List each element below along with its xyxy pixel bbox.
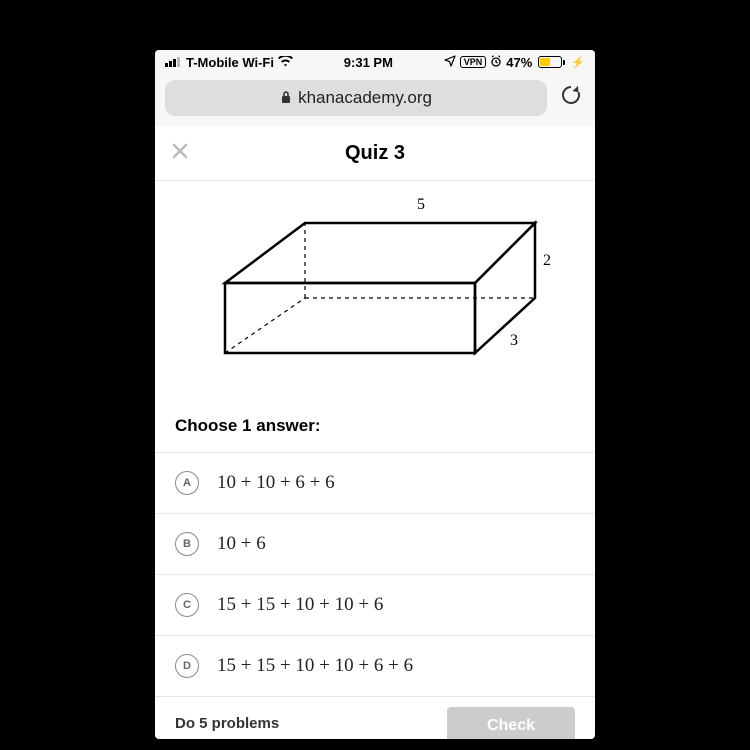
answer-option-d[interactable]: D 15 + 15 + 10 + 10 + 6 + 6 <box>155 636 595 697</box>
dim-depth: 3 <box>510 332 518 349</box>
status-right: VPN 47% ⚡ <box>444 55 585 70</box>
quiz-footer: Do 5 problems Check <box>155 697 595 739</box>
browser-toolbar: khanacademy.org <box>155 74 595 126</box>
charging-icon: ⚡ <box>571 56 585 69</box>
answer-option-c[interactable]: C 15 + 15 + 10 + 10 + 6 <box>155 575 595 636</box>
battery-pct: 47% <box>506 55 532 70</box>
answer-letter: D <box>175 654 199 678</box>
dim-width: 5 <box>417 196 425 213</box>
question-prompt: Choose 1 answer: <box>155 408 595 452</box>
quiz-title: Quiz 3 <box>155 142 595 165</box>
quiz-header: Quiz 3 <box>155 126 595 181</box>
url-text: khanacademy.org <box>298 88 432 108</box>
battery-icon <box>536 56 565 68</box>
prism-figure: 5 2 3 <box>155 181 595 408</box>
answer-letter: B <box>175 532 199 556</box>
carrier-label: T-Mobile Wi-Fi <box>186 55 274 70</box>
reload-button[interactable] <box>557 84 585 112</box>
problem-count: Do 5 problems <box>175 715 279 732</box>
status-time: 9:31 PM <box>344 55 393 70</box>
alarm-icon <box>490 55 502 70</box>
answer-letter: A <box>175 471 199 495</box>
check-button[interactable]: Check <box>447 707 575 739</box>
answer-list: A 10 + 10 + 6 + 6 B 10 + 6 C 15 + 15 + 1… <box>155 452 595 697</box>
location-icon <box>444 55 456 70</box>
answer-text: 15 + 15 + 10 + 10 + 6 <box>217 594 383 616</box>
answer-text: 10 + 10 + 6 + 6 <box>217 472 335 494</box>
lock-icon <box>280 90 292 107</box>
vpn-badge: VPN <box>460 56 487 68</box>
status-bar: T-Mobile Wi-Fi 9:31 PM VPN 47% ⚡ <box>155 50 595 74</box>
answer-text: 10 + 6 <box>217 533 266 555</box>
answer-text: 15 + 15 + 10 + 10 + 6 + 6 <box>217 655 413 677</box>
url-bar[interactable]: khanacademy.org <box>165 80 547 116</box>
answer-option-a[interactable]: A 10 + 10 + 6 + 6 <box>155 453 595 514</box>
dim-height: 2 <box>543 252 551 269</box>
answer-letter: C <box>175 593 199 617</box>
answer-option-b[interactable]: B 10 + 6 <box>155 514 595 575</box>
signal-icon <box>165 57 180 67</box>
phone-frame: T-Mobile Wi-Fi 9:31 PM VPN 47% ⚡ <box>155 50 595 739</box>
wifi-icon <box>278 54 293 70</box>
close-button[interactable] <box>171 140 189 166</box>
status-left: T-Mobile Wi-Fi <box>165 54 293 70</box>
